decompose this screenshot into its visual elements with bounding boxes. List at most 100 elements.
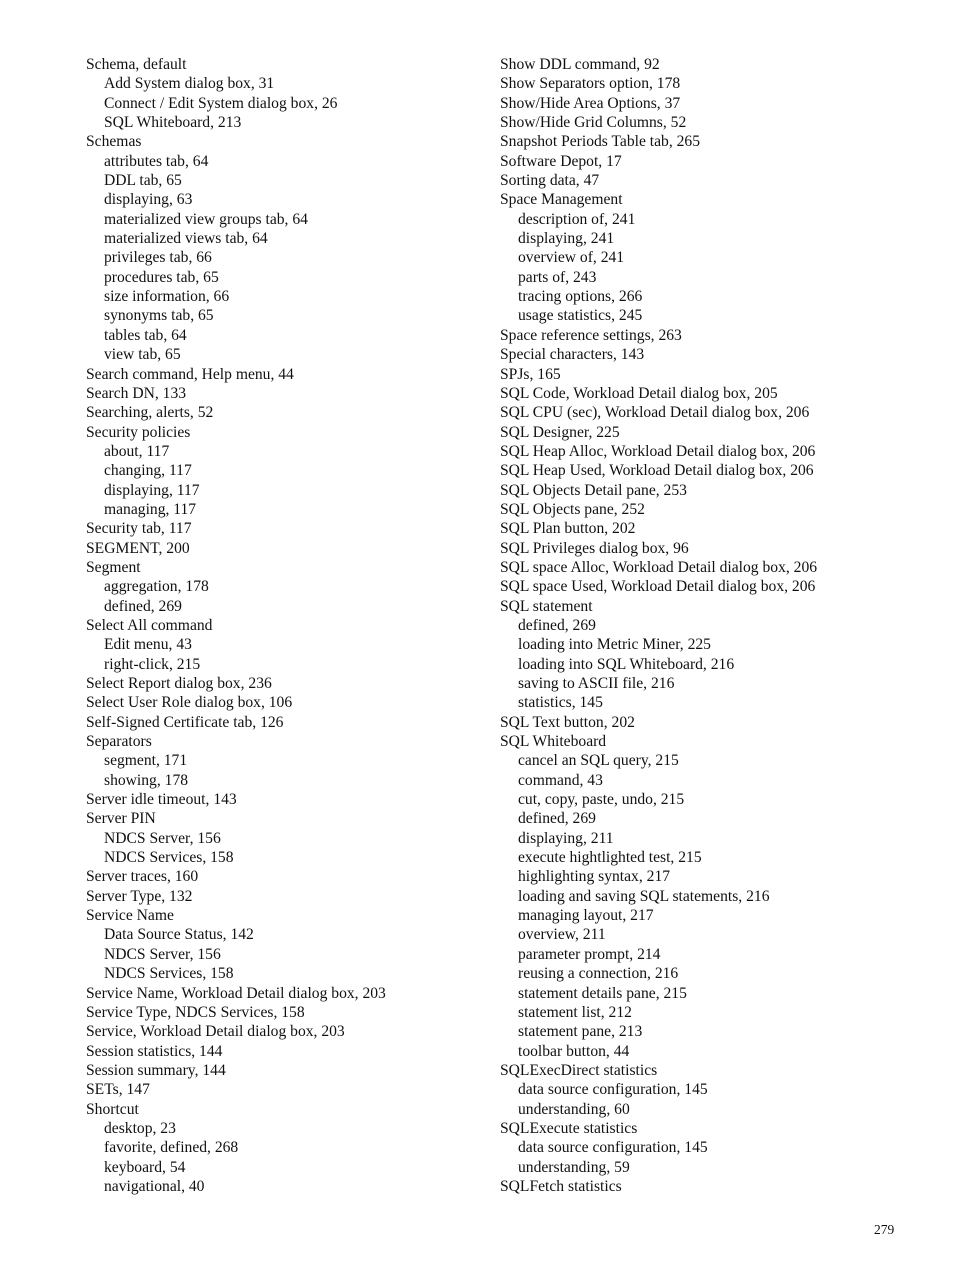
index-entry: Schemas — [86, 133, 142, 151]
index-entry: Schema, default — [86, 56, 187, 73]
index-subentry: cancel an SQL query, 215 — [518, 752, 679, 770]
index-subentry: displaying, 117 — [104, 481, 200, 499]
index-entry: SQL Heap Alloc, Workload Detail dialog b… — [500, 442, 816, 460]
page-number: 279 — [874, 1222, 895, 1237]
index-entry: Searching, alerts, 52 — [86, 404, 214, 422]
index-subentry: overview of, 241 — [518, 249, 625, 267]
index-entry: SQL Privileges dialog box, 96 — [500, 539, 689, 557]
index-subentry: reusing a connection, 216 — [518, 965, 679, 983]
index-subentry: Connect / Edit System dialog box, 26 — [104, 94, 338, 112]
index-entry: SQL Code, Workload Detail dialog box, 20… — [500, 384, 778, 402]
index-entry: Service, Workload Detail dialog box, 203 — [86, 1023, 345, 1041]
index-subentry: statement list, 212 — [518, 1003, 632, 1021]
index-entry: Search command, Help menu, 44 — [86, 365, 294, 383]
index-entry: Select Report dialog box, 236 — [86, 675, 272, 692]
index-entry: SQLExecDirect statistics — [500, 1061, 658, 1079]
index-entry: Service Type, NDCS Services, 158 — [86, 1003, 305, 1021]
index-entry: SQL statement — [500, 597, 593, 615]
index-entry: Space Management — [500, 191, 623, 209]
index-entry: SQL Designer, 225 — [500, 423, 620, 441]
index-entry: Show DDL command, 92 — [500, 56, 660, 73]
index-entry: Server Type, 132 — [86, 887, 193, 905]
index-entry: SQL space Alloc, Workload Detail dialog … — [500, 558, 818, 576]
index-subentry: loading into SQL Whiteboard, 216 — [518, 655, 735, 673]
index-subentry: parts of, 243 — [518, 268, 597, 286]
index-entry: Separators — [86, 733, 152, 751]
index-subentry: synonyms tab, 65 — [104, 307, 214, 325]
index-subentry: NDCS Services, 158 — [104, 965, 234, 983]
index-subentry: view tab, 65 — [104, 346, 181, 364]
index-entry: Self-Signed Certificate tab, 126 — [86, 713, 284, 731]
index-subentry: navigational, 40 — [104, 1177, 205, 1195]
index-subentry: changing, 117 — [104, 462, 192, 480]
index-subentry: understanding, 59 — [518, 1158, 630, 1176]
index-column-left: Schema, default Add System dialog box, 31… — [86, 55, 486, 1196]
index-entry: Show/Hide Area Options, 37 — [500, 94, 681, 112]
index-entry: SETs, 147 — [86, 1081, 150, 1099]
index-subentry: parameter prompt, 214 — [518, 945, 661, 963]
index-subentry: materialized views tab, 64 — [104, 230, 268, 248]
index-entry: SQL Objects Detail pane, 253 — [500, 481, 687, 499]
index-subentry: managing layout, 217 — [518, 907, 654, 925]
index-subentry: privileges tab, 66 — [104, 249, 212, 267]
index-entry: Server PIN — [86, 810, 156, 828]
index-entry: Select All command — [86, 616, 213, 634]
index-entry: Session summary, 144 — [86, 1061, 226, 1079]
index-subentry: cut, copy, paste, undo, 215 — [518, 791, 685, 809]
index-entry: SPJs, 165 — [500, 365, 561, 383]
index-subentry: defined, 269 — [518, 616, 596, 634]
index-entry: Service Name, Workload Detail dialog box… — [86, 984, 386, 1002]
index-subentry: description of, 241 — [518, 210, 636, 228]
index-entry: Snapshot Periods Table tab, 265 — [500, 133, 701, 151]
index-subentry: desktop, 23 — [104, 1119, 176, 1137]
index-subentry: materialized view groups tab, 64 — [104, 210, 308, 228]
index-subentry: displaying, 63 — [104, 191, 193, 209]
index-subentry: toolbar button, 44 — [518, 1042, 630, 1060]
index-entry: Security tab, 117 — [86, 520, 192, 538]
index-entry: Search DN, 133 — [86, 384, 187, 402]
index-subentry: statement details pane, 215 — [518, 984, 687, 1002]
index-entry: Service Name — [86, 907, 174, 925]
index-subentry: right-click, 215 — [104, 655, 201, 673]
index-subentry: defined, 269 — [104, 597, 182, 615]
index-entry: Security policies — [86, 423, 191, 441]
index-entry: Shortcut — [86, 1100, 139, 1118]
index-subentry: tables tab, 64 — [104, 326, 187, 344]
index-subentry: defined, 269 — [518, 810, 596, 828]
index-subentry: saving to ASCII file, 216 — [518, 675, 675, 692]
index-subentry: statement pane, 213 — [518, 1023, 643, 1041]
index-entry: SQLFetch statistics — [500, 1177, 622, 1195]
index-subentry: usage statistics, 245 — [518, 307, 643, 325]
index-subentry: DDL tab, 65 — [104, 172, 182, 190]
index-entry: SQL Plan button, 202 — [500, 520, 636, 538]
index-subentry: size information, 66 — [104, 288, 230, 306]
index-subentry: command, 43 — [518, 771, 603, 789]
index-subentry: execute hightlighted test, 215 — [518, 849, 702, 867]
index-subentry: showing, 178 — [104, 771, 189, 789]
index-subentry: NDCS Server, 156 — [104, 829, 221, 847]
index-subentry: segment, 171 — [104, 752, 188, 770]
index-subentry: keyboard, 54 — [104, 1158, 186, 1176]
index-subentry: statistics, 145 — [518, 694, 603, 712]
index-subentry: tracing options, 266 — [518, 288, 643, 306]
index-entry: Session statistics, 144 — [86, 1042, 223, 1060]
index-subentry: favorite, defined, 268 — [104, 1139, 239, 1157]
index-subentry: loading and saving SQL statements, 216 — [518, 887, 770, 905]
index-entry: Sorting data, 47 — [500, 172, 600, 190]
index-subentry: highlighting syntax, 217 — [518, 868, 671, 886]
index-subentry: NDCS Services, 158 — [104, 849, 234, 867]
index-entry: SQL Heap Used, Workload Detail dialog bo… — [500, 462, 814, 480]
index-entry: SQL space Used, Workload Detail dialog b… — [500, 578, 816, 596]
index-subentry: loading into Metric Miner, 225 — [518, 636, 711, 654]
index-subentry: NDCS Server, 156 — [104, 945, 221, 963]
index-entry: Segment — [86, 558, 141, 576]
index-subentry: procedures tab, 65 — [104, 268, 219, 286]
index-entry: Space reference settings, 263 — [500, 326, 682, 344]
index-subentry: Edit menu, 43 — [104, 636, 192, 654]
index-subentry: understanding, 60 — [518, 1100, 630, 1118]
index-entry: Special characters, 143 — [500, 346, 645, 364]
index-subentry: displaying, 241 — [518, 230, 615, 248]
index-subentry: attributes tab, 64 — [104, 152, 209, 170]
index-entry: Server idle timeout, 143 — [86, 791, 237, 809]
index-subentry: data source configuration, 145 — [518, 1081, 708, 1099]
